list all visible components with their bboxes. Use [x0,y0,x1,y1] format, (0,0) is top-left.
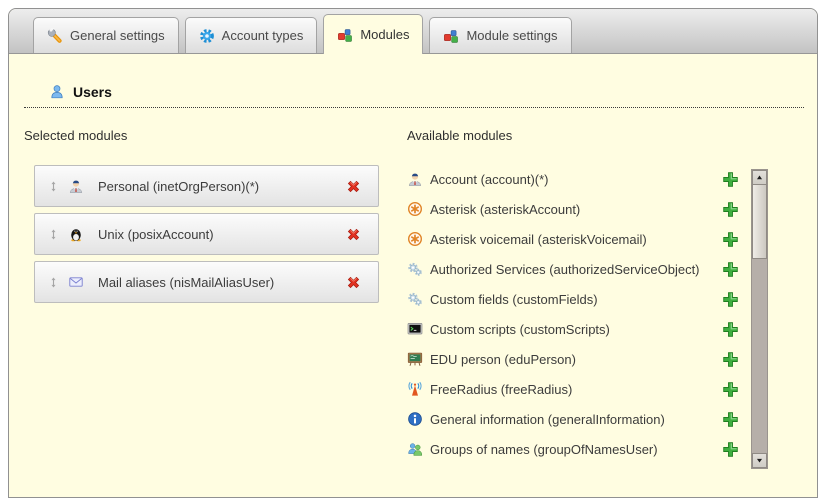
module-label: Groups of names (groupOfNamesUser) [430,442,722,457]
selected-module-row[interactable]: Mail aliases (nisMailAliasUser) [34,261,379,303]
available-module-row: Groups of names (groupOfNamesUser) [407,434,743,464]
available-module-row: General information (generalInformation) [407,404,743,434]
person-icon [68,178,84,194]
scroll-up-button[interactable] [752,170,767,185]
terminal-icon [407,321,423,337]
module-label: General information (generalInformation) [430,412,722,427]
modules-columns: Selected modules Personal (inetOrgPerson… [24,128,804,469]
gear-icon [199,28,215,44]
scrollbar-thumb[interactable] [752,185,767,259]
person-icon [407,171,423,187]
modules-icon [337,27,353,43]
plus-icon[interactable] [722,441,739,458]
scrollbar-track[interactable] [752,259,767,453]
module-label: Custom fields (customFields) [430,292,722,307]
radio-icon [407,381,423,397]
tab-label: Module settings [466,28,557,43]
modules-icon [443,28,459,44]
info-icon [407,411,423,427]
tab-modules[interactable]: Modules [323,14,423,54]
users-section-header: Users [24,84,804,108]
plus-icon[interactable] [722,351,739,368]
plus-icon[interactable] [722,291,739,308]
gears-icon [407,261,423,277]
plus-icon[interactable] [722,171,739,188]
gears-icon [407,291,423,307]
user-icon [49,84,65,100]
drag-icon[interactable] [48,275,59,290]
module-label: Mail aliases (nisMailAliasUser) [98,275,345,290]
tab-general-settings[interactable]: General settings [33,17,179,53]
module-label: Asterisk (asteriskAccount) [430,202,722,217]
selected-module-row[interactable]: Unix (posixAccount) [34,213,379,255]
module-label: FreeRadius (freeRadius) [430,382,722,397]
available-modules-list: Account (account)(*) Asterisk (asteriskAc… [407,164,743,464]
available-module-row: Custom scripts (customScripts) [407,314,743,344]
tab-label: Account types [222,28,304,43]
available-module-row: Custom fields (customFields) [407,284,743,314]
mail-icon [68,274,84,290]
module-label: Account (account)(*) [430,172,722,187]
drag-icon[interactable] [48,179,59,194]
available-module-row: Asterisk (asteriskAccount) [407,194,743,224]
tab-label: Modules [360,27,409,42]
available-modules-heading: Available modules [407,128,743,143]
selected-modules-list: Personal (inetOrgPerson)(*) Unix (posixAc… [34,165,380,303]
module-label: Unix (posixAccount) [98,227,345,242]
module-label: EDU person (eduPerson) [430,352,722,367]
available-module-row: Asterisk voicemail (asteriskVoicemail) [407,224,743,254]
selected-modules-heading: Selected modules [24,128,380,143]
available-modules-area: Available modules Account (account)(*) As… [407,128,743,469]
module-label: Asterisk voicemail (asteriskVoicemail) [430,232,722,247]
tab-label: General settings [70,28,165,43]
tab-bar: General settings Account types Modules Modu… [9,9,817,54]
available-module-row: FreeRadius (freeRadius) [407,374,743,404]
selected-modules-column: Selected modules Personal (inetOrgPerson… [24,128,380,469]
group-icon [407,441,423,457]
asterisk-icon [407,231,423,247]
selected-module-row[interactable]: Personal (inetOrgPerson)(*) [34,165,379,207]
plus-icon[interactable] [722,381,739,398]
available-module-row: EDU person (eduPerson) [407,344,743,374]
section-title: Users [73,84,112,100]
plus-icon[interactable] [722,411,739,428]
module-label: Personal (inetOrgPerson)(*) [98,179,345,194]
tab-account-types[interactable]: Account types [185,17,318,53]
plus-icon[interactable] [722,201,739,218]
delete-icon[interactable] [345,226,362,243]
module-label: Custom scripts (customScripts) [430,322,722,337]
chalkboard-icon [407,351,423,367]
delete-icon[interactable] [345,274,362,291]
wrench-icon [47,28,63,44]
plus-icon[interactable] [722,321,739,338]
scroll-up-icon [755,173,764,182]
plus-icon[interactable] [722,261,739,278]
available-module-row: Authorized Services (authorizedServiceOb… [407,254,743,284]
available-modules-column: Available modules Account (account)(*) As… [407,128,804,469]
modules-tab-content: Users Selected modules Personal (inetOrg… [9,84,817,469]
asterisk-icon [407,201,423,217]
tab-module-settings[interactable]: Module settings [429,17,571,53]
config-window: General settings Account types Modules Modu… [8,8,818,498]
plus-icon[interactable] [722,231,739,248]
tux-icon [68,226,84,242]
available-module-row: Account (account)(*) [407,164,743,194]
module-label: Authorized Services (authorizedServiceOb… [430,262,722,277]
scroll-down-button[interactable] [752,453,767,468]
available-modules-scrollbar[interactable] [751,169,768,469]
scroll-down-icon [755,456,764,465]
drag-icon[interactable] [48,227,59,242]
lam-config-page: { "tabs": [ {"label": "General settings"… [0,0,826,475]
delete-icon[interactable] [345,178,362,195]
